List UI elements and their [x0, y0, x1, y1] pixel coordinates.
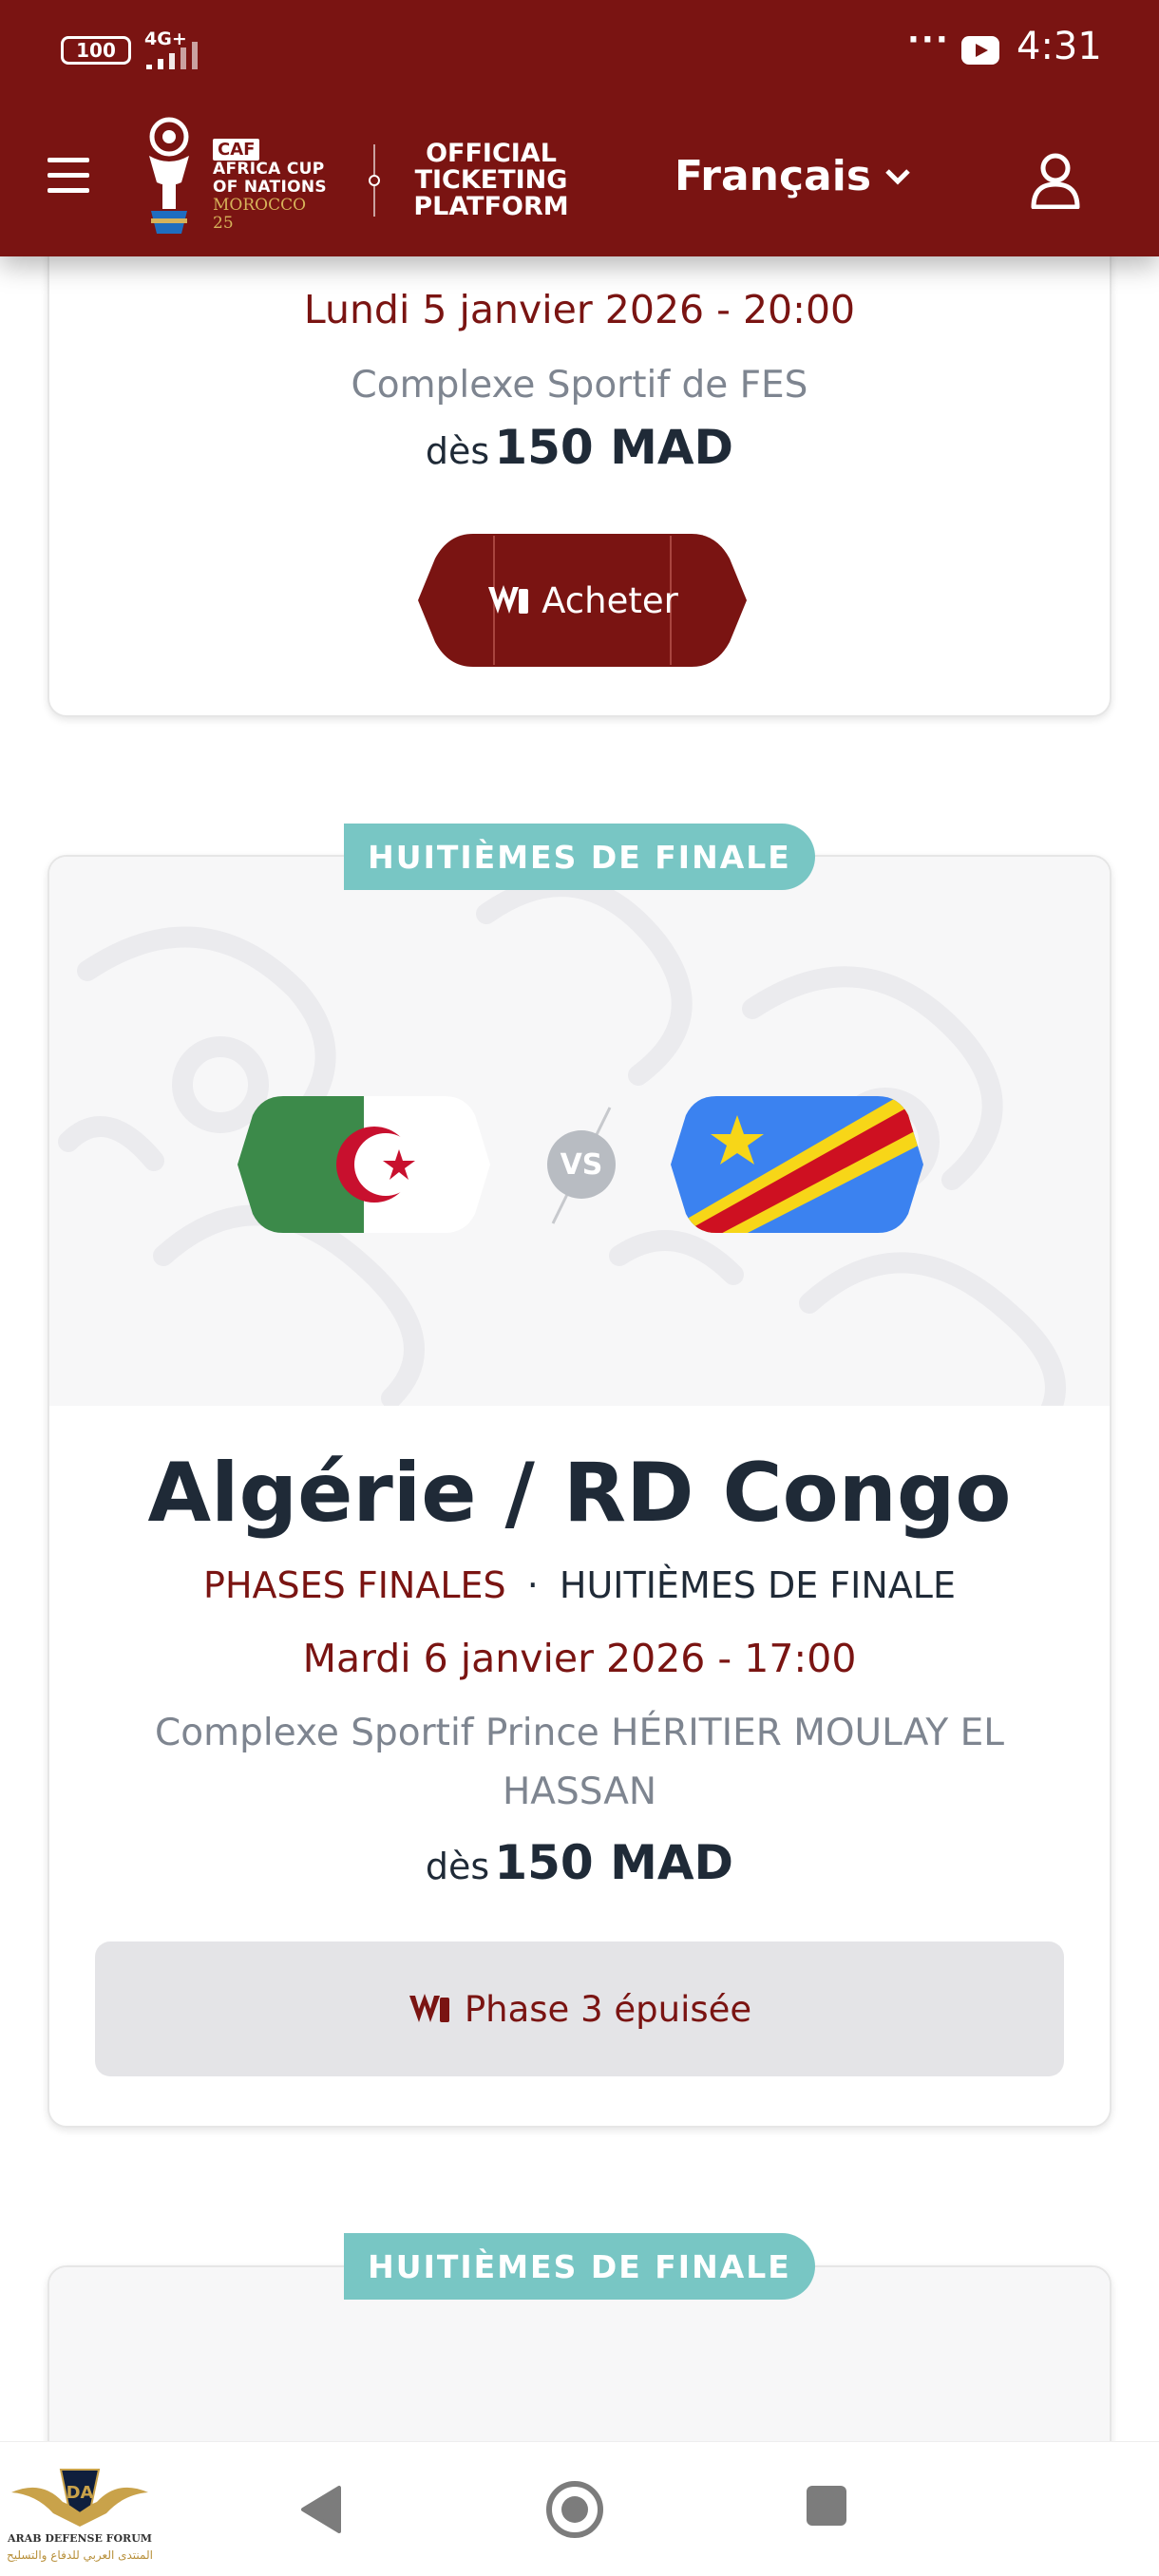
afcon-logo-text: CAF AFRICA CUP OF NATIONS MOROCCO 25 [213, 139, 327, 233]
chevron-down-icon [885, 168, 910, 185]
user-account-icon[interactable] [1030, 152, 1081, 209]
recents-square-icon[interactable] [807, 2486, 846, 2526]
youtube-notification-icon [961, 36, 999, 65]
match-price: dès 150 MAD [49, 420, 1110, 475]
app-header-bar: 100 4G+ ··· 4:31 CAF AFRICA CUP OF NATIO… [0, 0, 1159, 256]
match-card-1: Lundi 5 janvier 2026 - 20:00 Complexe Sp… [48, 190, 1112, 717]
caf-badge: CAF [213, 139, 260, 161]
match-date: Lundi 5 janvier 2026 - 20:00 [303, 287, 856, 332]
buy-button-label: Acheter [542, 579, 678, 621]
ticket-icon [408, 1994, 449, 2022]
platform-title: OFFICIAL TICKETING PLATFORM [413, 139, 569, 221]
match-price: dès 150 MAD [49, 1835, 1110, 1890]
algeria-flag-icon [238, 1096, 490, 1233]
price-amount: 150 MAD [494, 420, 734, 475]
stage-tag: HUITIÈMES DE FINALE [344, 824, 815, 890]
card-pattern-background: VS [49, 857, 1110, 1406]
phase-label: PHASES FINALES [203, 1564, 506, 1606]
vs-badge: VS [547, 1130, 616, 1199]
hamburger-menu-icon[interactable] [48, 158, 89, 193]
watermark-logo: DA ARAB DEFENSE FORUM المنتدى العربي للد… [4, 2460, 156, 2574]
match-date: Mardi 6 janvier 2026 - 17:00 [302, 1636, 857, 1681]
phase-separator: · [526, 1564, 539, 1606]
afcon-trophy-logo [149, 117, 189, 234]
match-venue: Complexe Sportif de FES [351, 364, 808, 407]
eagle-emblem-icon: DA [11, 2469, 148, 2527]
sold-out-button[interactable]: Phase 3 épuisée [95, 1941, 1064, 2076]
status-bar: 100 4G+ ··· 4:31 [0, 0, 1159, 104]
match-phase-line: PHASES FINALES · HUITIÈMES DE FINALE [49, 1564, 1110, 1606]
buy-button-content: Acheter [416, 530, 749, 671]
buy-button[interactable]: Acheter [416, 530, 749, 671]
battery-indicator: 100 [61, 36, 131, 65]
language-selector[interactable]: Français [674, 152, 911, 200]
sold-out-label: Phase 3 épuisée [464, 1988, 752, 2030]
match-venue-line-1: Complexe Sportif Prince HÉRITIER MOULAY … [155, 1712, 1004, 1754]
more-notifications-icon: ··· [907, 21, 950, 59]
header-divider [369, 144, 380, 217]
logo-line-3: MOROCCO 25 [213, 196, 307, 233]
watermark-subtitle: المنتدى العربي للدفاع والتسليح [7, 2548, 153, 2562]
system-navigation-bar [0, 2441, 1159, 2576]
round-label: HUITIÈMES DE FINALE [559, 1564, 956, 1606]
dr-congo-flag-icon [671, 1096, 923, 1233]
price-prefix: dès [425, 1846, 490, 1887]
match-venue-line-2: HASSAN [502, 1771, 657, 1813]
clock: 4:31 [1016, 25, 1102, 68]
site-header: CAF AFRICA CUP OF NATIONS MOROCCO 25 OFF… [0, 104, 1159, 256]
price-prefix: dès [425, 430, 490, 472]
match-teams-title: Algérie / RD Congo [147, 1446, 1012, 1541]
price-amount: 150 MAD [494, 1835, 734, 1890]
match-card-2: VS Algérie / RD Congo PHASES FINALES · H… [48, 855, 1112, 2128]
back-triangle-icon[interactable] [299, 2484, 343, 2535]
ticket-icon [488, 585, 529, 614]
watermark-initials: DA [66, 2483, 94, 2503]
home-circle-icon[interactable] [543, 2478, 606, 2541]
signal-icon [146, 42, 198, 69]
watermark-title: ARAB DEFENSE FORUM [8, 2532, 152, 2545]
logo-line-2: OF NATIONS [213, 178, 327, 197]
logo-line-1: AFRICA CUP [213, 160, 325, 179]
stage-tag: HUITIÈMES DE FINALE [344, 2233, 815, 2300]
language-label: Français [674, 152, 872, 200]
battery-level: 100 [76, 39, 116, 62]
